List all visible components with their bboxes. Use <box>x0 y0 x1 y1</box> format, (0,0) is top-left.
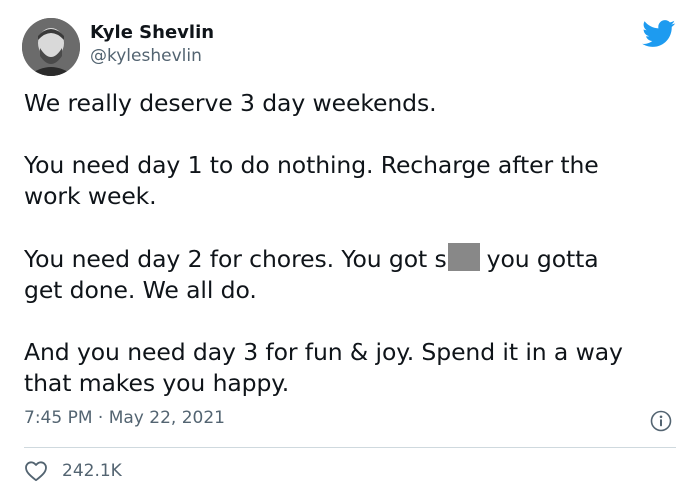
tweet-timestamp[interactable]: 7:45 PM · May 22, 2021 <box>24 408 225 428</box>
info-icon[interactable] <box>650 410 672 432</box>
meta-separator: · <box>97 408 104 428</box>
tweet-paragraph-4: And you need day 3 for fun & joy. Spend … <box>24 337 684 399</box>
author-name[interactable]: Kyle Shevlin <box>90 22 214 43</box>
avatar-image <box>22 18 80 76</box>
tweet-line: And you need day 3 for fun & joy. Spend … <box>24 338 623 366</box>
tweet-paragraph-3: You need day 2 for chores. You got s you … <box>24 243 684 306</box>
redaction-block <box>447 243 480 271</box>
tweet-line: You need day 1 to do nothing. Recharge a… <box>24 151 599 179</box>
tweet-line: work week. <box>24 182 157 210</box>
divider <box>24 447 676 448</box>
twitter-bird-icon[interactable] <box>642 20 676 48</box>
heart-icon[interactable] <box>24 460 48 482</box>
tweet-line: you gotta <box>486 245 599 273</box>
avatar[interactable] <box>22 18 80 76</box>
tweet-text: We really deserve 3 day weekends. You ne… <box>24 88 684 430</box>
tweet-line: You need day 2 for chores. You got s <box>24 245 447 273</box>
tweet-time: 7:45 PM <box>24 408 93 428</box>
tweet-paragraph-2: You need day 1 to do nothing. Recharge a… <box>24 150 684 212</box>
author-handle[interactable]: @kyleshevlin <box>90 46 202 66</box>
like-button[interactable]: 242.1K <box>24 458 122 484</box>
tweet-line: get done. We all do. <box>24 276 257 304</box>
like-count: 242.1K <box>62 461 122 481</box>
tweet-line: that makes you happy. <box>24 369 290 397</box>
tweet-paragraph-1: We really deserve 3 day weekends. <box>24 89 437 117</box>
tweet-date: May 22, 2021 <box>108 408 225 428</box>
